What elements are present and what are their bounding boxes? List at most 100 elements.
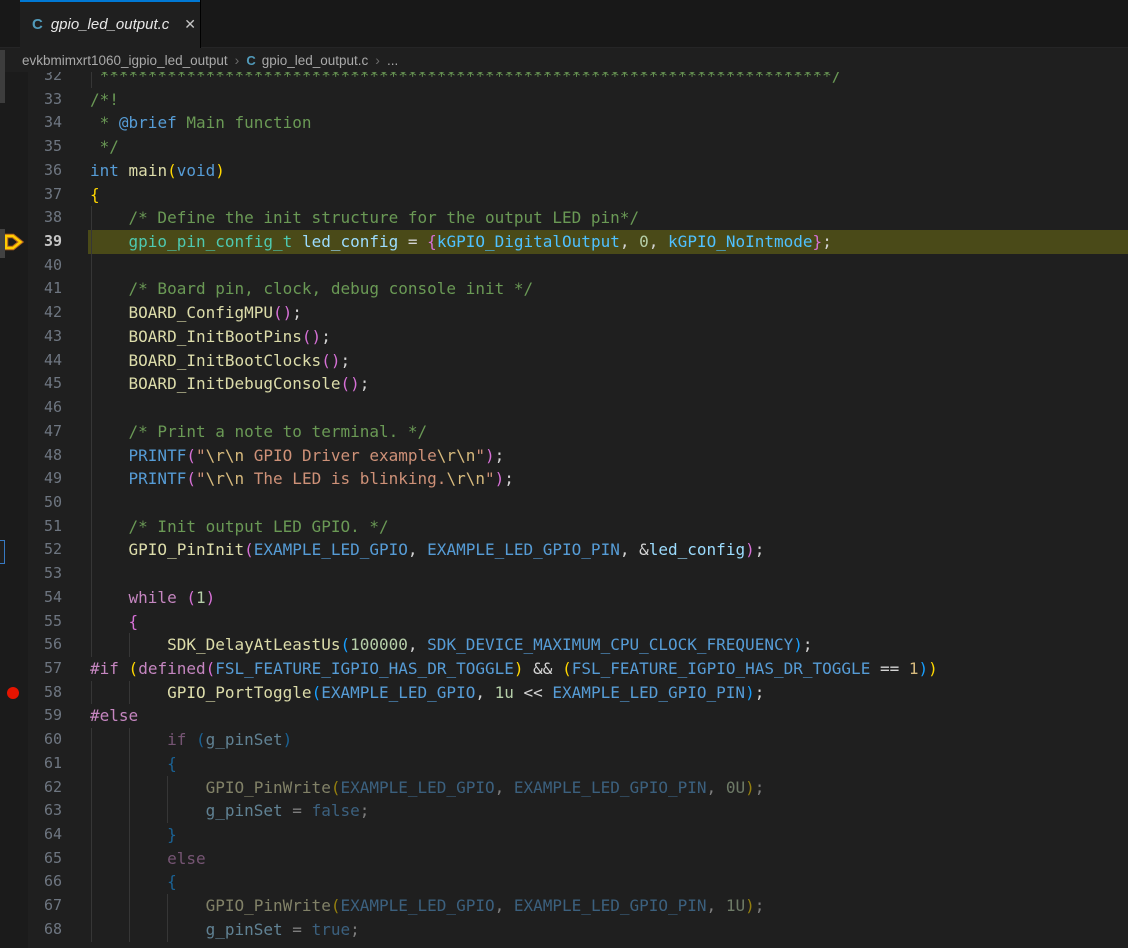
code-line-text[interactable]: { [90,870,1128,894]
glyph-margin-cell[interactable] [0,420,28,444]
glyph-margin-cell[interactable] [0,799,28,823]
code-line[interactable]: 57#if (defined(FSL_FEATURE_IGPIO_HAS_DR_… [0,657,1128,681]
glyph-margin-cell[interactable] [0,349,28,373]
code-line[interactable]: 50 [0,491,1128,515]
code-line-text[interactable]: } [90,823,1128,847]
code-line[interactable]: 67 GPIO_PinWrite(EXAMPLE_LED_GPIO, EXAMP… [0,894,1128,918]
glyph-margin-cell[interactable] [0,444,28,468]
code-line-text[interactable]: while (1) [90,586,1128,610]
glyph-margin-cell[interactable] [0,610,28,634]
glyph-margin-cell[interactable] [0,918,28,942]
glyph-margin-cell[interactable] [0,491,28,515]
code-editor[interactable]: 32 *************************************… [0,72,1128,948]
glyph-margin-cell[interactable] [0,752,28,776]
glyph-margin-cell[interactable] [0,870,28,894]
code-line-text[interactable]: BOARD_InitBootPins(); [90,325,1128,349]
code-line-text[interactable]: PRINTF("\r\n GPIO Driver example\r\n"); [90,444,1128,468]
code-line-text[interactable]: { [90,752,1128,776]
code-line-text[interactable]: GPIO_PinWrite(EXAMPLE_LED_GPIO, EXAMPLE_… [90,894,1128,918]
glyph-margin-cell[interactable] [0,776,28,800]
glyph-margin-cell[interactable] [0,586,28,610]
breakpoint-icon[interactable] [0,681,28,705]
code-line[interactable]: 51 /* Init output LED GPIO. */ [0,515,1128,539]
code-line-text[interactable] [90,396,1128,420]
code-line-text[interactable] [90,491,1128,515]
code-line-text[interactable]: BOARD_InitBootClocks(); [90,349,1128,373]
glyph-margin-cell[interactable] [0,657,28,681]
glyph-margin-cell[interactable] [0,562,28,586]
editor-tab-gpio-led-output[interactable]: C gpio_led_output.c ✕ [20,0,200,48]
code-line-text[interactable]: #else [90,704,1128,728]
code-line-text[interactable]: */ [90,135,1128,159]
code-line-text[interactable]: /* Board pin, clock, debug console init … [90,277,1128,301]
code-line[interactable]: 36int main(void) [0,159,1128,183]
code-line-text[interactable]: if (g_pinSet) [90,728,1128,752]
glyph-margin-cell[interactable] [0,633,28,657]
code-line-text[interactable]: /* Init output LED GPIO. */ [90,515,1128,539]
code-line[interactable]: 47 /* Print a note to terminal. */ [0,420,1128,444]
glyph-margin-cell[interactable] [0,847,28,871]
code-line[interactable]: 61 { [0,752,1128,776]
code-line-text[interactable]: else [90,847,1128,871]
code-line-text[interactable]: * @brief Main function [90,111,1128,135]
tab-close-icon[interactable]: ✕ [181,15,199,33]
code-line-text[interactable] [90,254,1128,278]
code-line[interactable]: 38 /* Define the init structure for the … [0,206,1128,230]
code-line[interactable]: 58 GPIO_PortToggle(EXAMPLE_LED_GPIO, 1u … [0,681,1128,705]
code-line[interactable]: 66 { [0,870,1128,894]
code-line[interactable]: 54 while (1) [0,586,1128,610]
code-line-text[interactable]: /* Print a note to terminal. */ [90,420,1128,444]
code-line[interactable]: 39 gpio_pin_config_t led_config = {kGPIO… [0,230,1128,254]
code-line[interactable]: 35 */ [0,135,1128,159]
code-line[interactable]: 53 [0,562,1128,586]
code-line[interactable]: 44 BOARD_InitBootClocks(); [0,349,1128,373]
breadcrumb-item-folder[interactable]: evkbmimxrt1060_igpio_led_output [22,53,228,68]
glyph-margin-cell[interactable] [0,277,28,301]
code-line[interactable]: 33/*! [0,88,1128,112]
code-line-text[interactable]: gpio_pin_config_t led_config = {kGPIO_Di… [90,230,1128,254]
code-line[interactable]: 63 g_pinSet = false; [0,799,1128,823]
code-line[interactable]: 46 [0,396,1128,420]
code-line[interactable]: 49 PRINTF("\r\n The LED is blinking.\r\n… [0,467,1128,491]
glyph-margin-cell[interactable] [0,396,28,420]
code-line-text[interactable]: { [90,610,1128,634]
breadcrumb-ellipsis[interactable]: ... [387,53,398,68]
code-line-text[interactable]: int main(void) [90,159,1128,183]
breadcrumb-item-file[interactable]: gpio_led_output.c [262,53,369,68]
code-line-text[interactable]: #if (defined(FSL_FEATURE_IGPIO_HAS_DR_TO… [90,657,1128,681]
glyph-margin-cell[interactable] [0,206,28,230]
code-line-text[interactable]: { [90,183,1128,207]
code-line-text[interactable]: BOARD_ConfigMPU(); [90,301,1128,325]
code-line[interactable]: 42 BOARD_ConfigMPU(); [0,301,1128,325]
code-line-text[interactable]: PRINTF("\r\n The LED is blinking.\r\n"); [90,467,1128,491]
code-line[interactable]: 62 GPIO_PinWrite(EXAMPLE_LED_GPIO, EXAMP… [0,776,1128,800]
code-line[interactable]: 32 *************************************… [0,72,1128,88]
code-line-text[interactable]: GPIO_PinWrite(EXAMPLE_LED_GPIO, EXAMPLE_… [90,776,1128,800]
code-line-text[interactable]: BOARD_InitDebugConsole(); [90,372,1128,396]
glyph-margin-cell[interactable] [0,823,28,847]
glyph-margin-cell[interactable] [0,135,28,159]
glyph-margin-cell[interactable] [0,728,28,752]
code-line[interactable]: 55 { [0,610,1128,634]
code-line-text[interactable]: g_pinSet = true; [90,918,1128,942]
glyph-margin-cell[interactable] [0,515,28,539]
code-line[interactable]: 37{ [0,183,1128,207]
glyph-margin-cell[interactable] [0,325,28,349]
glyph-margin-cell[interactable] [0,372,28,396]
glyph-margin-cell[interactable] [0,183,28,207]
code-line[interactable]: 64 } [0,823,1128,847]
code-line-text[interactable]: GPIO_PinInit(EXAMPLE_LED_GPIO, EXAMPLE_L… [90,538,1128,562]
code-line[interactable]: 65 else [0,847,1128,871]
code-line[interactable]: 41 /* Board pin, clock, debug console in… [0,277,1128,301]
code-line[interactable]: 45 BOARD_InitDebugConsole(); [0,372,1128,396]
code-line-text[interactable]: g_pinSet = false; [90,799,1128,823]
glyph-margin-cell[interactable] [0,894,28,918]
glyph-margin-cell[interactable] [0,111,28,135]
glyph-margin-cell[interactable] [0,159,28,183]
code-line[interactable]: 68 g_pinSet = true; [0,918,1128,942]
glyph-margin-cell[interactable] [0,301,28,325]
code-line[interactable]: 34 * @brief Main function [0,111,1128,135]
glyph-margin-cell[interactable] [0,467,28,491]
code-line-text[interactable]: ****************************************… [90,72,1128,88]
glyph-margin-cell[interactable] [0,704,28,728]
